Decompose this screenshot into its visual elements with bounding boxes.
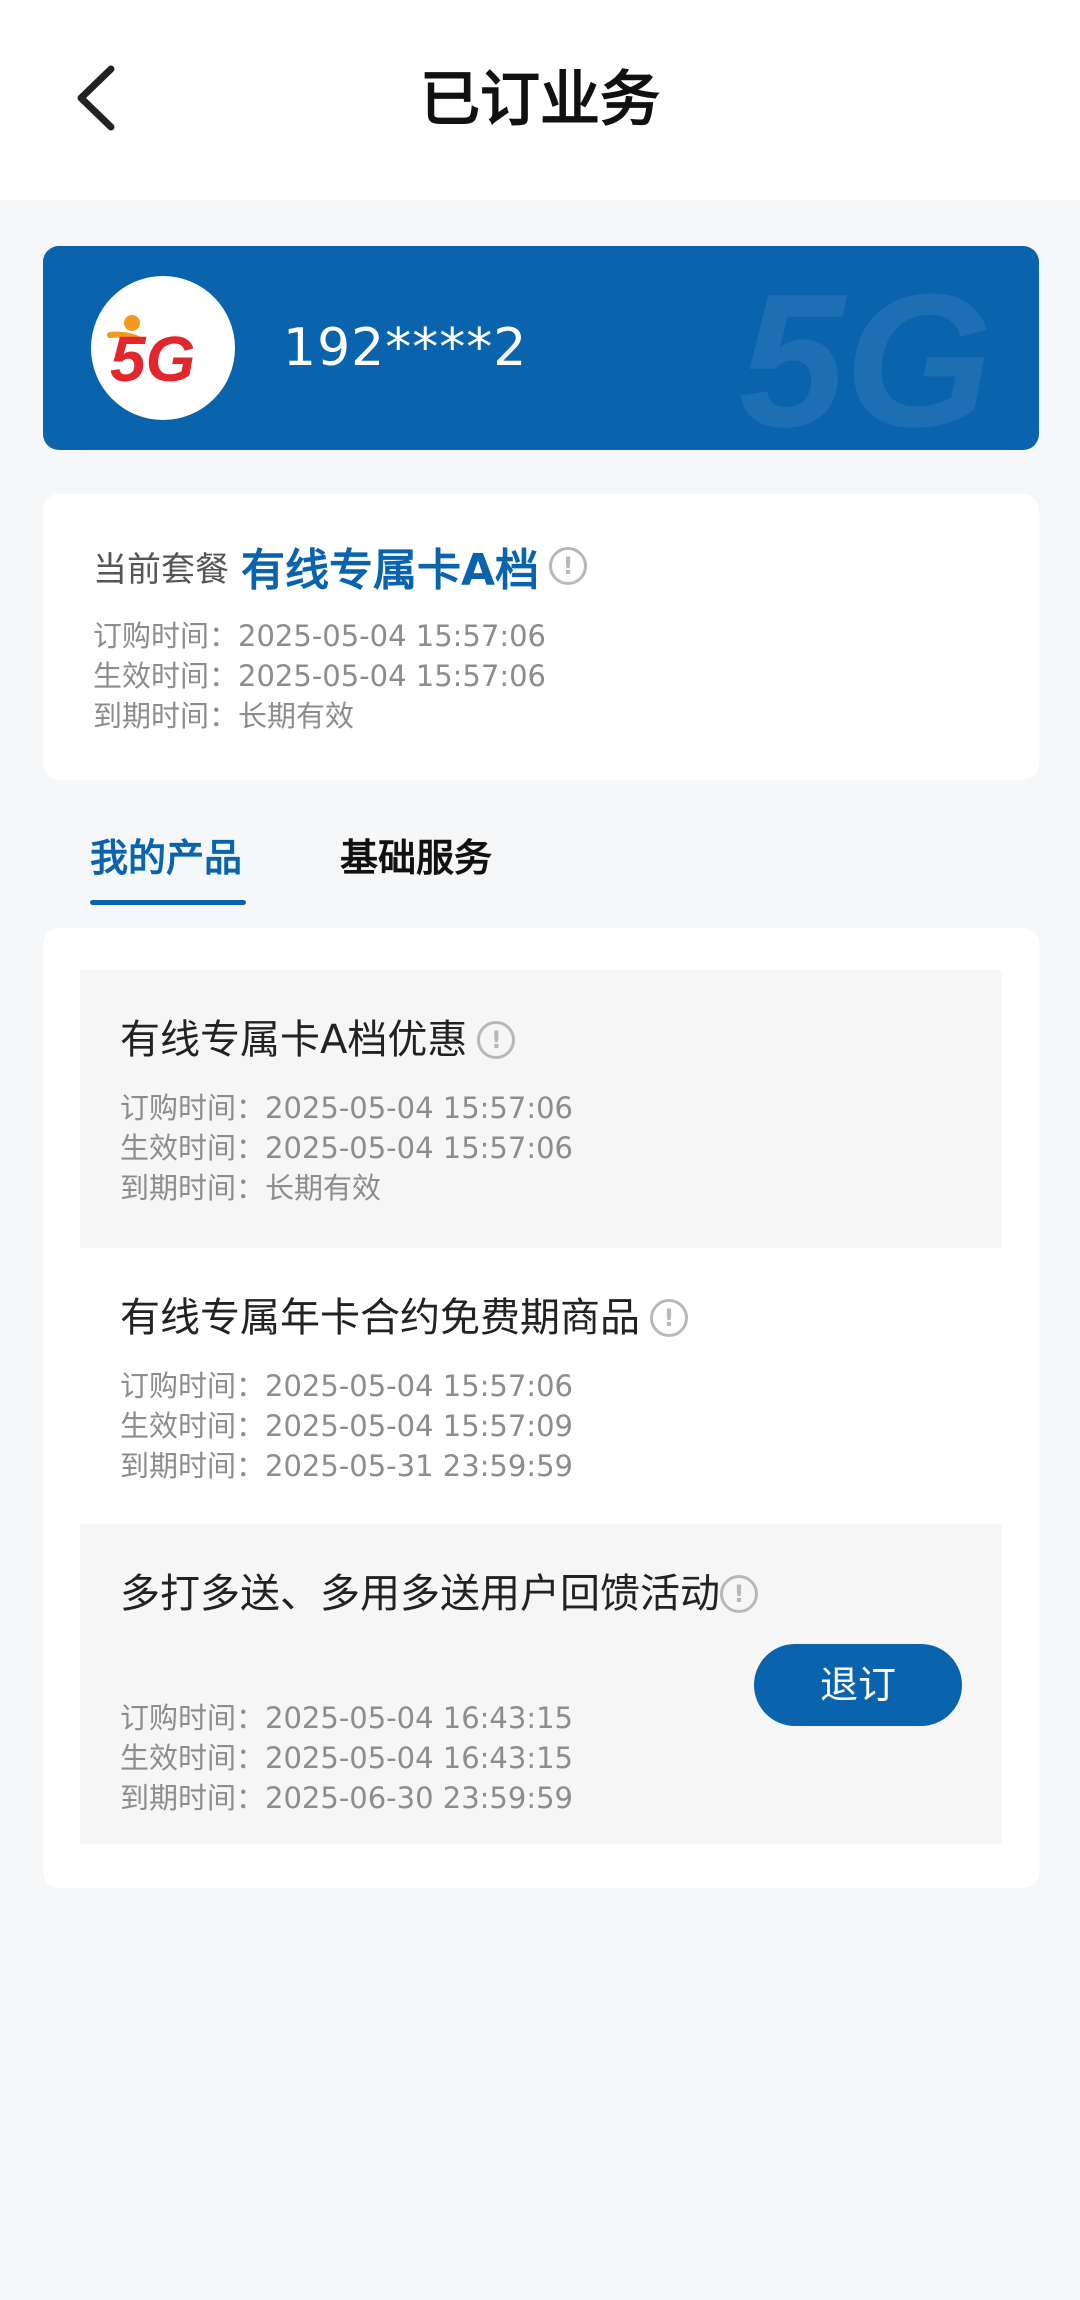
expire-time: 到期时间：2025-05-31 23:59:59 [120, 1449, 573, 1483]
effective-time: 生效时间：2025-05-04 16:43:15 [120, 1741, 573, 1775]
info-icon[interactable]: ! [477, 1021, 516, 1059]
order-time: 订购时间：2025-05-04 15:57:06 [93, 619, 546, 653]
logo-text: 5G [110, 323, 195, 393]
product-title-row: 有线专属年卡合约免费期商品 ! [120, 1290, 688, 1346]
info-icon[interactable]: ! [650, 1299, 688, 1337]
tab-bar: 我的产品 基础服务 [0, 820, 1080, 910]
list-item[interactable]: 有线专属年卡合约免费期商品 ! 订购时间：2025-05-04 15:57:06… [80, 1248, 1002, 1526]
product-title-row: 有线专属卡A档优惠 ! [120, 1012, 516, 1068]
5g-logo-icon: 5G [107, 315, 195, 393]
effective-time: 生效时间：2025-05-04 15:57:06 [93, 659, 546, 693]
product-title-row: 多打多送、多用多送用户回馈活动 ! [120, 1566, 760, 1622]
order-time: 订购时间：2025-05-04 16:43:15 [120, 1701, 573, 1735]
avatar: 5G [91, 276, 235, 420]
effective-time: 生效时间：2025-05-04 15:57:06 [120, 1131, 573, 1165]
plan-details: 订购时间：2025-05-04 15:57:06 生效时间：2025-05-04… [93, 616, 546, 736]
active-tab-indicator [90, 900, 246, 905]
unsubscribe-button[interactable]: 退订 [754, 1644, 962, 1726]
plan-row: 当前套餐 有线专属卡A档 ! [93, 534, 588, 598]
tab-basic-services[interactable]: 基础服务 [340, 830, 492, 886]
product-title: 有线专属卡A档优惠 [120, 1017, 468, 1063]
user-banner: 5G 5G 192****2 [43, 246, 1039, 450]
plan-label: 当前套餐 [93, 549, 229, 590]
5g-watermark-icon: 5G [739, 255, 992, 450]
product-list: 有线专属卡A档优惠 ! 订购时间：2025-05-04 15:57:06 生效时… [43, 928, 1039, 1888]
page-title: 已订业务 [420, 65, 660, 135]
top-bar: 已订业务 [0, 0, 1080, 200]
effective-time: 生效时间：2025-05-04 15:57:09 [120, 1409, 573, 1443]
order-time: 订购时间：2025-05-04 15:57:06 [120, 1369, 573, 1403]
expire-time: 到期时间：长期有效 [120, 1171, 382, 1205]
product-title: 多打多送、多用多送用户回馈活动 [120, 1571, 720, 1617]
watermark-text: 5G [739, 255, 992, 450]
info-icon[interactable]: ! [720, 1575, 758, 1613]
product-details: 订购时间：2025-05-04 16:43:15 生效时间：2025-05-04… [120, 1698, 573, 1818]
phone-number: 192****2 [283, 318, 528, 378]
current-plan-card: 当前套餐 有线专属卡A档 ! 订购时间：2025-05-04 15:57:06 … [43, 494, 1039, 780]
info-icon[interactable]: ! [549, 547, 588, 585]
expire-time: 到期时间：2025-06-30 23:59:59 [120, 1781, 573, 1815]
product-details: 订购时间：2025-05-04 15:57:06 生效时间：2025-05-04… [120, 1366, 573, 1486]
tab-my-products[interactable]: 我的产品 [90, 830, 242, 886]
plan-name: 有线专属卡A档 [241, 545, 540, 596]
list-item[interactable]: 多打多送、多用多送用户回馈活动 ! 订购时间：2025-05-04 16:43:… [80, 1524, 1002, 1844]
expire-time: 到期时间：长期有效 [93, 699, 355, 733]
order-time: 订购时间：2025-05-04 15:57:06 [120, 1091, 573, 1125]
product-details: 订购时间：2025-05-04 15:57:06 生效时间：2025-05-04… [120, 1088, 573, 1208]
product-title: 有线专属年卡合约免费期商品 [120, 1295, 640, 1341]
list-item[interactable]: 有线专属卡A档优惠 ! 订购时间：2025-05-04 15:57:06 生效时… [80, 970, 1002, 1248]
